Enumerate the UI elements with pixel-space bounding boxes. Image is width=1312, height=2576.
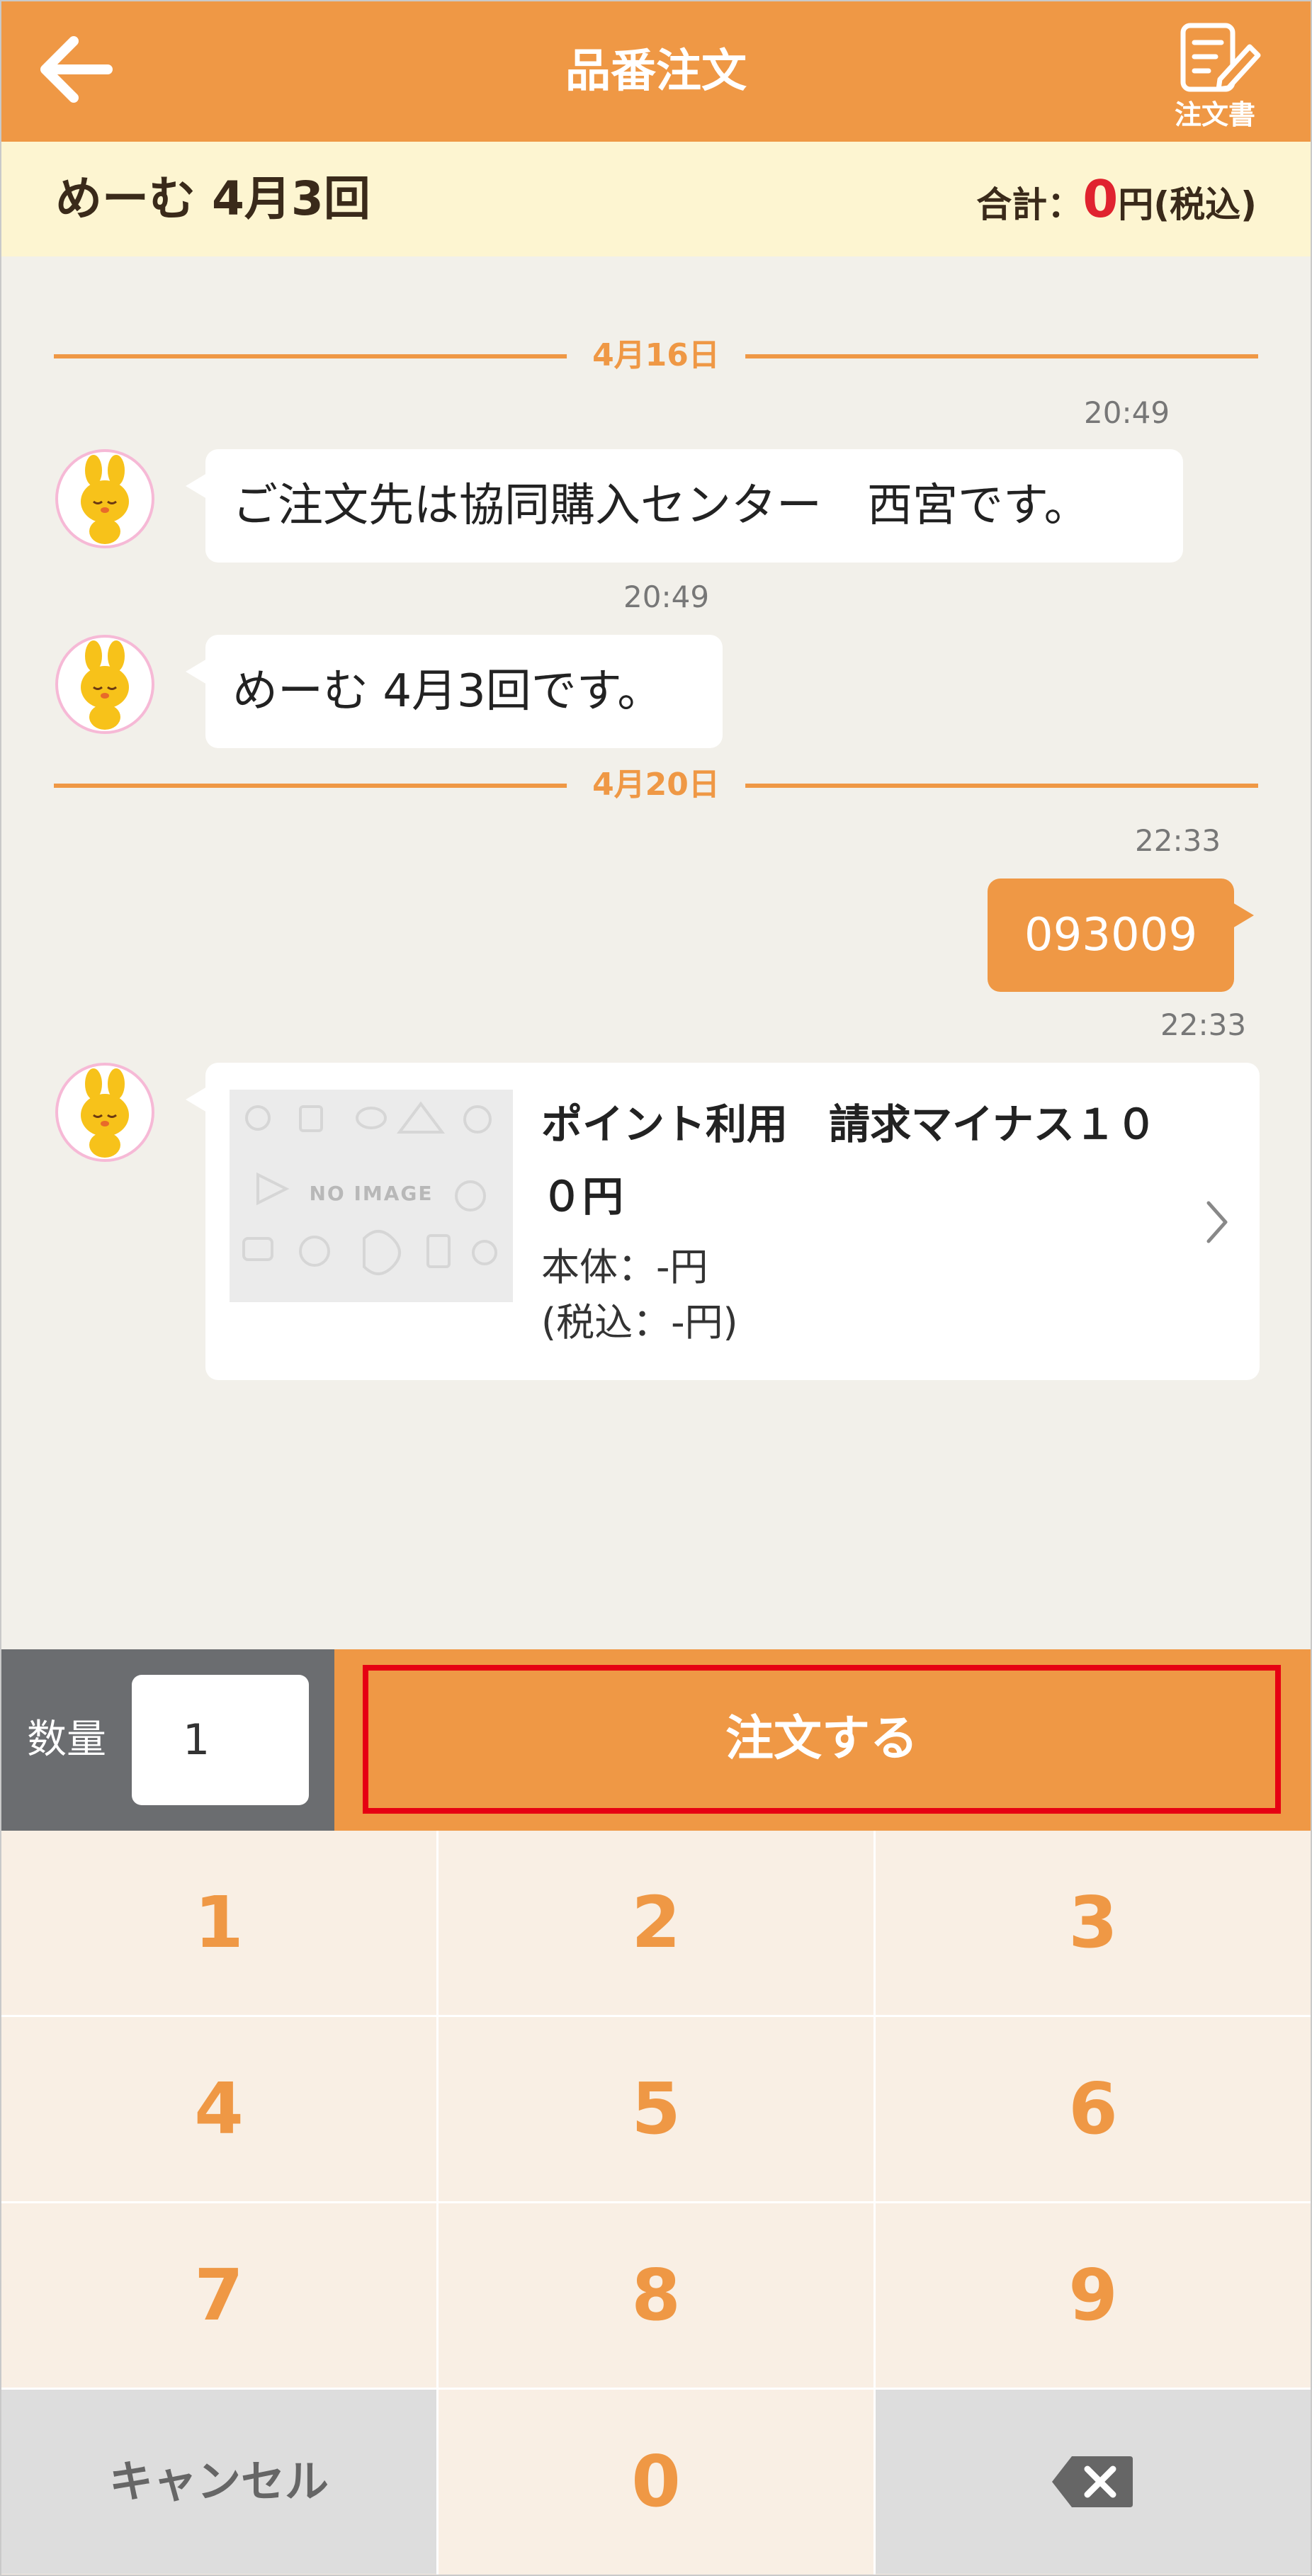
mascot-icon [81,1068,129,1158]
chevron-right-icon [1206,1201,1228,1243]
bot-avatar [55,635,154,734]
date-label: 4月20日 [567,764,745,806]
place-order-button[interactable]: 注文する [363,1665,1281,1814]
quantity-bar: 数量 [1,1649,334,1831]
price-tax: (税込：-円) [541,1300,738,1345]
order-document-button[interactable]: 注文書 [1162,16,1268,136]
product-name: ポイント利用 請求マイナス１００円 [541,1100,1157,1221]
order-total: 合計：0円(税込) [976,142,1257,262]
message-time: 20:49 [623,580,710,614]
mascot-icon [81,640,129,730]
date-divider: 4月20日 [54,764,1258,806]
product-price: 本体：-円 (税込：-円) [541,1240,738,1350]
total-label: 合計： [976,184,1083,225]
order-document-label: 注文書 [1174,99,1255,130]
key-2[interactable]: 2 [439,1831,873,2015]
keypad-divider [1,2388,1311,2390]
total-amount: 0 [1082,169,1119,229]
key-4[interactable]: 4 [1,2017,436,2201]
date-label: 4月16日 [567,334,745,377]
date-divider: 4月16日 [54,334,1258,377]
quantity-input[interactable] [132,1675,309,1805]
delete-key[interactable] [876,2390,1311,2574]
order-summary-bar: めーむ 4月3回 合計：0円(税込) [1,142,1311,256]
message-time: 22:33 [1135,823,1221,858]
message-time: 20:49 [1084,395,1170,430]
chat-bubble: ご注文先は協同購入センター 西宮です。 [186,449,1183,563]
product-card[interactable]: NO IMAGE ポイント利用 請求マイナス１００円 本体：-円 (税込：-円) [186,1063,1260,1380]
app-screen: 品番注文 注文書 めーむ 4月3回 合計：0円(税込) 4月16日 20:49 [0,0,1312,2576]
bot-avatar [55,1063,154,1162]
key-5[interactable]: 5 [439,2017,873,2201]
order-round-name: めーむ 4月3回 [55,171,371,226]
number-keypad: 1 2 3 4 5 6 7 8 9 キャンセル 0 [1,1831,1311,2575]
quantity-label: 数量 [27,1717,106,1763]
page-title: 品番注文 [565,45,747,98]
back-button[interactable] [30,27,129,112]
key-8[interactable]: 8 [439,2203,873,2388]
keypad-divider [1,2015,1311,2017]
edit-document-icon [1180,23,1261,92]
mascot-icon [81,455,129,544]
price-body: 本体：-円 [541,1245,708,1289]
cancel-key[interactable]: キャンセル [1,2390,436,2574]
user-chat-bubble: 093009 [988,879,1254,992]
no-image-label: NO IMAGE [309,1182,434,1205]
key-1[interactable]: 1 [1,1831,436,2015]
keypad-divider [1,2201,1311,2203]
key-0[interactable]: 0 [439,2390,873,2574]
bot-avatar [55,449,154,548]
product-image-placeholder: NO IMAGE [230,1090,513,1302]
chat-bubble: めーむ 4月3回です。 [186,635,723,748]
key-3[interactable]: 3 [876,1831,1311,2015]
key-7[interactable]: 7 [1,2203,436,2388]
backspace-icon [1052,2456,1133,2507]
order-area: 注文する [334,1649,1311,1831]
total-suffix: 円(税込) [1118,184,1257,225]
key-9[interactable]: 9 [876,2203,1311,2388]
key-6[interactable]: 6 [876,2017,1311,2201]
message-time: 22:33 [1160,1007,1247,1042]
header-bar: 品番注文 注文書 [1,1,1311,142]
arrow-left-icon [40,36,113,103]
